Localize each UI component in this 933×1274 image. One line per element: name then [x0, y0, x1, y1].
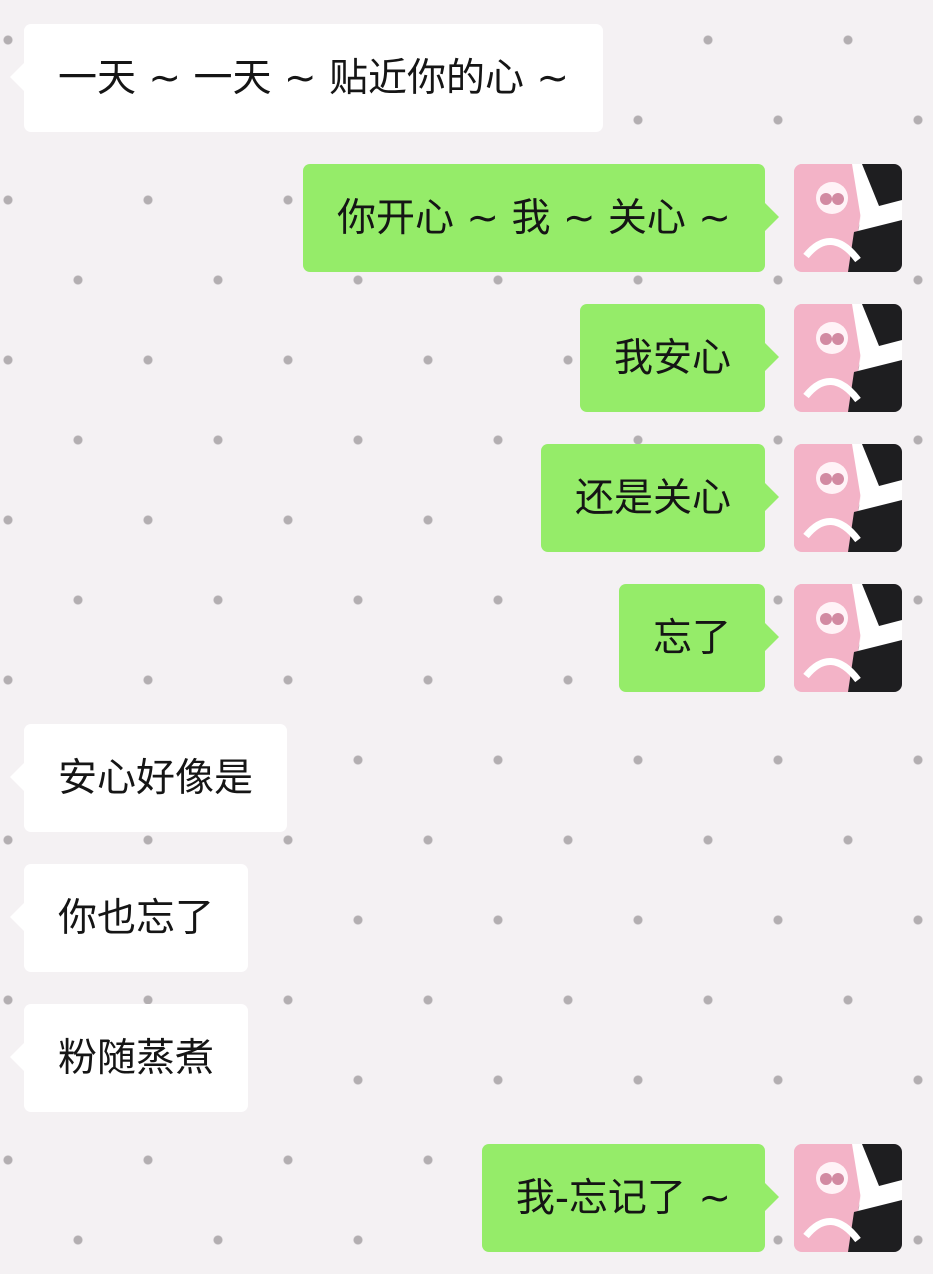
message-text: 安心好像是 — [58, 755, 254, 801]
outgoing-message-bubble[interactable]: 我-忘记了 ~ — [481, 1144, 780, 1252]
outgoing-message: 我-忘记了 ~ — [0, 1144, 933, 1252]
anime-avatar-icon[interactable] — [794, 164, 902, 272]
incoming-message-bubble[interactable]: 一天 ~ 一天 ~ 贴近你的心 ~ — [9, 24, 604, 132]
incoming-message: 安心好像是 — [0, 724, 933, 832]
outgoing-message: 我安心 — [0, 304, 933, 412]
outgoing-message: 还是关心 — [0, 444, 933, 552]
message-text: 忘了 — [652, 615, 731, 661]
message-text: 粉随蒸煮 — [58, 1035, 215, 1081]
outgoing-message-bubble[interactable]: 忘了 — [618, 584, 780, 692]
chat-view: 一天 ~ 一天 ~ 贴近你的心 ~ 你开心 ~ 我 ~ 关心 ~ 我安心 还是关… — [0, 0, 933, 1274]
outgoing-message-bubble[interactable]: 我安心 — [579, 304, 780, 412]
message-text: 一天 ~ 一天 ~ 贴近你的心 ~ — [58, 55, 570, 101]
outgoing-message-bubble[interactable]: 你开心 ~ 我 ~ 关心 ~ — [302, 164, 780, 272]
message-text: 我-忘记了 ~ — [515, 1175, 731, 1221]
incoming-message: 粉随蒸煮 — [0, 1004, 933, 1112]
message-text: 你也忘了 — [58, 895, 215, 941]
incoming-message-bubble[interactable]: 你也忘了 — [9, 864, 249, 972]
anime-avatar-icon[interactable] — [794, 1144, 902, 1252]
anime-avatar-icon[interactable] — [794, 304, 902, 412]
outgoing-message: 你开心 ~ 我 ~ 关心 ~ — [0, 164, 933, 272]
incoming-message: 一天 ~ 一天 ~ 贴近你的心 ~ — [0, 24, 933, 132]
outgoing-message: 忘了 — [0, 584, 933, 692]
incoming-message: 你也忘了 — [0, 864, 933, 972]
incoming-message-bubble[interactable]: 粉随蒸煮 — [9, 1004, 249, 1112]
outgoing-message-bubble[interactable]: 还是关心 — [540, 444, 780, 552]
message-text: 你开心 ~ 我 ~ 关心 ~ — [336, 195, 731, 241]
anime-avatar-icon[interactable] — [794, 444, 902, 552]
message-text: 还是关心 — [574, 475, 731, 521]
anime-avatar-icon[interactable] — [794, 584, 902, 692]
message-text: 我安心 — [613, 335, 731, 381]
incoming-message-bubble[interactable]: 安心好像是 — [9, 724, 288, 832]
